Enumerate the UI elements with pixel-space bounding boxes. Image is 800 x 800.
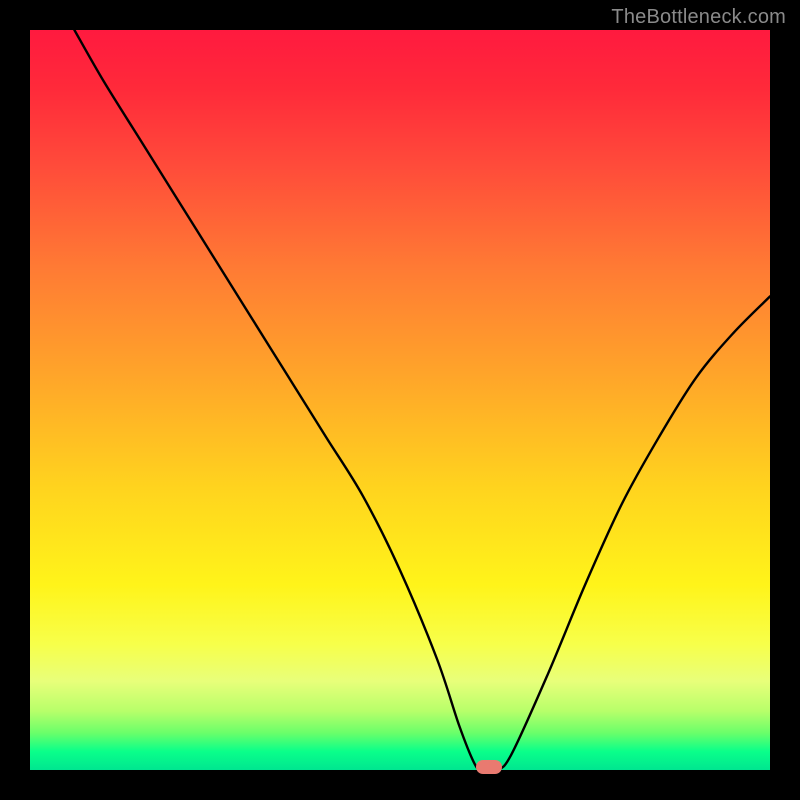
attribution-label: TheBottleneck.com <box>611 6 786 29</box>
chart-frame: TheBottleneck.com <box>0 0 800 800</box>
optimum-marker <box>476 760 502 774</box>
plot-area <box>30 30 770 770</box>
bottleneck-curve <box>30 30 770 770</box>
